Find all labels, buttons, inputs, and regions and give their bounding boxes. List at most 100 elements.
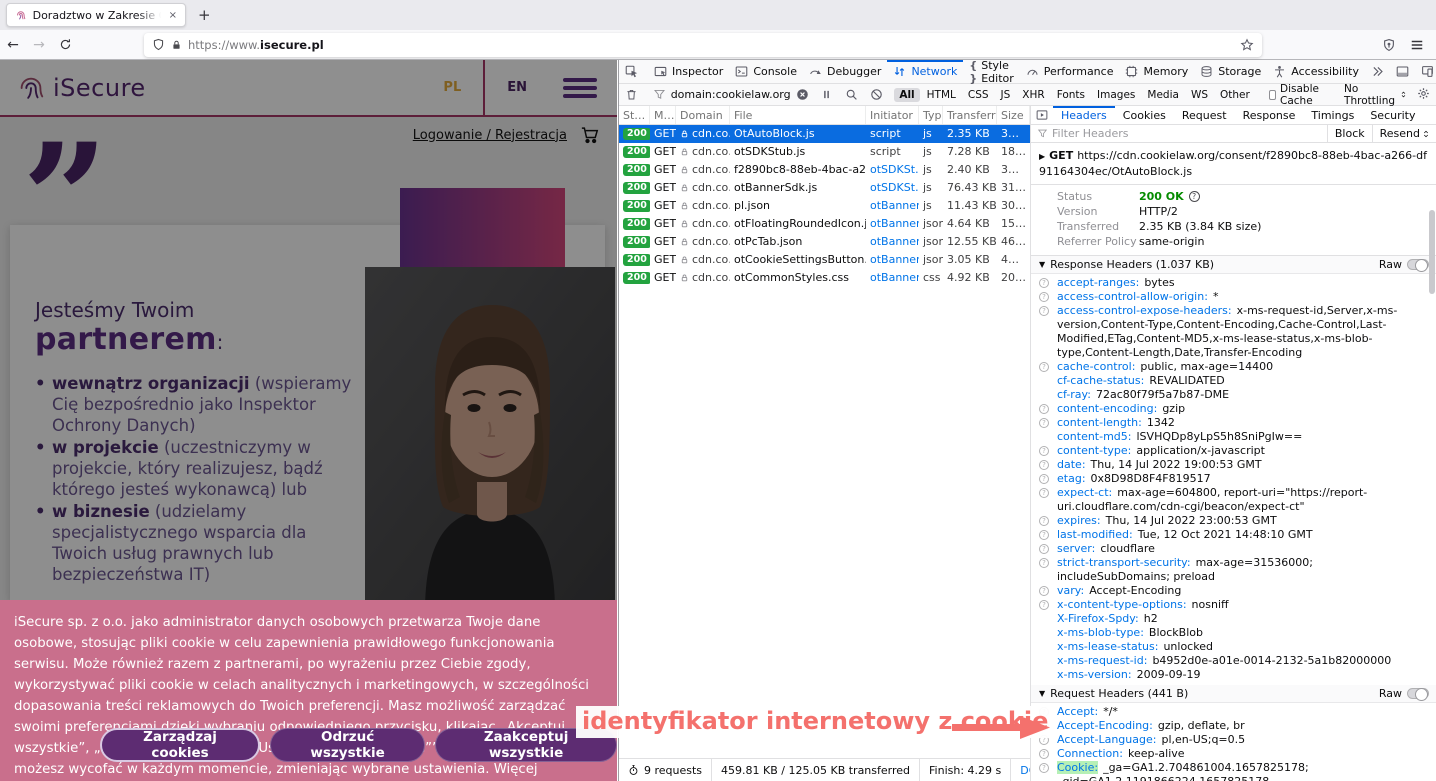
filter-headers-input[interactable]: Filter Headers: [1052, 127, 1327, 140]
clear-requests-trash-icon[interactable]: [619, 88, 644, 101]
header-help-icon[interactable]: ?: [1039, 586, 1049, 596]
network-settings-gear-icon[interactable]: [1417, 87, 1436, 103]
request-url-line[interactable]: ▶GEThttps://cdn.cookielaw.org/consent/f2…: [1031, 143, 1436, 185]
header-line[interactable]: ?access-control-expose-headersx-ms-reque…: [1031, 304, 1436, 360]
bookmark-star-icon[interactable]: [1240, 38, 1254, 52]
tracking-shield-icon[interactable]: [152, 38, 165, 51]
header-line[interactable]: ?content-md5lSVHQDp8yLpS5h8SniPgIw==: [1031, 430, 1436, 444]
more-tools-chevron-icon[interactable]: [1365, 60, 1390, 83]
column-header[interactable]: Initiator: [866, 106, 919, 124]
tab-console[interactable]: Console: [729, 60, 803, 83]
header-line[interactable]: ?expect-ctmax-age=604800, report-uri="ht…: [1031, 486, 1436, 514]
filter-pill[interactable]: XHR: [1017, 88, 1049, 102]
header-help-icon[interactable]: ?: [1039, 749, 1049, 759]
details-tab[interactable]: Response: [1235, 106, 1304, 124]
block-request-icon[interactable]: [864, 88, 889, 101]
request-row[interactable]: 200 GET cdn.co… OtAutoBlock.js script js…: [619, 125, 1030, 143]
header-line[interactable]: ?x-ms-version2009-09-19: [1031, 668, 1436, 682]
header-line[interactable]: ?Cookie_ga=GA1.2.704861004.1657825178; _…: [1031, 761, 1436, 781]
details-tab[interactable]: Timings: [1303, 106, 1362, 124]
tab-storage[interactable]: Storage: [1194, 60, 1267, 83]
header-help-icon[interactable]: ?: [1039, 404, 1049, 414]
filter-pill[interactable]: WS: [1186, 88, 1213, 102]
details-tab[interactable]: Security: [1362, 106, 1423, 124]
column-header[interactable]: St…: [619, 106, 650, 124]
forward-button[interactable]: →: [26, 37, 52, 53]
filter-pill[interactable]: JS: [996, 88, 1016, 102]
header-line[interactable]: ?last-modifiedTue, 12 Oct 2021 14:48:10 …: [1031, 528, 1436, 542]
header-help-icon[interactable]: ?: [1039, 418, 1049, 428]
cookie-banner-button[interactable]: Zarządzaj cookies: [100, 728, 260, 762]
header-help-icon[interactable]: ?: [1039, 544, 1049, 554]
tab-network[interactable]: Network: [887, 60, 963, 83]
header-help-icon[interactable]: ?: [1039, 763, 1049, 773]
request-row[interactable]: 200 GET cdn.co… otCommonStyles.css otBan…: [619, 269, 1030, 287]
throttling-dropdown[interactable]: No Throttling: [1336, 83, 1415, 107]
request-row[interactable]: 200 GET cdn.co… otBannerSdk.js otSDKSt… …: [619, 179, 1030, 197]
tab-debugger[interactable]: Debugger: [803, 60, 887, 83]
header-line[interactable]: ?cf-cache-statusREVALIDATED: [1031, 374, 1436, 388]
details-tab[interactable]: Request: [1174, 106, 1235, 124]
filter-pill[interactable]: Fonts: [1052, 88, 1090, 102]
header-help-icon[interactable]: ?: [1039, 306, 1049, 316]
filter-pill[interactable]: HTML: [922, 88, 961, 102]
header-line[interactable]: ?content-typeapplication/x-javascript: [1031, 444, 1436, 458]
filter-pill[interactable]: CSS: [963, 88, 994, 102]
header-line[interactable]: ?cf-ray72ac80f79f5a7b87-DME: [1031, 388, 1436, 402]
login-register-link[interactable]: Logowanie / Rejestracja: [413, 128, 567, 143]
header-line[interactable]: ?varyAccept-Encoding: [1031, 584, 1436, 598]
header-help-icon[interactable]: ?: [1039, 362, 1049, 372]
header-help-icon[interactable]: ?: [1039, 278, 1049, 288]
header-help-icon[interactable]: ?: [1039, 446, 1049, 456]
lang-en-button[interactable]: EN: [485, 80, 549, 95]
column-header[interactable]: Transferred: [943, 106, 997, 124]
disable-cache-checkbox[interactable]: [1269, 90, 1276, 100]
clear-filter-icon[interactable]: [796, 88, 809, 101]
request-row[interactable]: 200 GET cdn.co… otSDKStub.js script js 7…: [619, 143, 1030, 161]
header-line[interactable]: ?dateThu, 14 Jul 2022 19:00:53 GMT: [1031, 458, 1436, 472]
cart-icon[interactable]: [579, 125, 601, 145]
search-icon[interactable]: [839, 88, 864, 101]
header-line[interactable]: ?content-encodinggzip: [1031, 402, 1436, 416]
block-button[interactable]: Block: [1327, 125, 1372, 142]
pick-element-button[interactable]: [619, 60, 644, 83]
raw-toggle[interactable]: [1407, 259, 1429, 270]
header-help-icon[interactable]: ?: [1039, 516, 1049, 526]
header-line[interactable]: ?x-ms-lease-statusunlocked: [1031, 640, 1436, 654]
status-help-icon[interactable]: ?: [1189, 191, 1200, 202]
reload-button[interactable]: [52, 38, 78, 51]
header-line[interactable]: ?etag0x8D98D8F4F819517: [1031, 472, 1436, 486]
request-row[interactable]: 200 GET cdn.co… f2890bc8-88eb-4bac-a266-…: [619, 161, 1030, 179]
request-row[interactable]: 200 GET cdn.co… otCookieSettingsButton.j…: [619, 251, 1030, 269]
header-line[interactable]: ?strict-transport-securitymax-age=315360…: [1031, 556, 1436, 584]
tab-memory[interactable]: Memory: [1119, 60, 1194, 83]
split-console-icon[interactable]: [1390, 65, 1415, 78]
header-help-icon[interactable]: ?: [1039, 292, 1049, 302]
domcontentloaded-time[interactable]: DOMContentLoaded:: [1011, 759, 1031, 781]
header-line[interactable]: ?Accept*/*: [1031, 705, 1436, 719]
header-help-icon[interactable]: ?: [1039, 530, 1049, 540]
resend-button[interactable]: Resend: [1372, 125, 1436, 142]
column-header[interactable]: File: [730, 106, 866, 124]
header-line[interactable]: ?Accept-Languagepl,en-US;q=0.5: [1031, 733, 1436, 747]
request-row[interactable]: 200 GET cdn.co… pl.json otBanner… js 11.…: [619, 197, 1030, 215]
site-menu-hamburger-icon[interactable]: [563, 74, 597, 102]
details-tab[interactable]: Cookies: [1115, 106, 1174, 124]
filter-pill[interactable]: Media: [1142, 88, 1184, 102]
filter-pill[interactable]: All: [894, 88, 919, 102]
back-button[interactable]: ←: [0, 37, 26, 53]
site-logo[interactable]: iSecure: [16, 73, 146, 103]
raw-toggle[interactable]: [1407, 688, 1429, 699]
lock-icon[interactable]: [171, 39, 182, 51]
header-line[interactable]: ?x-ms-blob-typeBlockBlob: [1031, 626, 1436, 640]
filter-pill[interactable]: Images: [1092, 88, 1140, 102]
lang-pl-button[interactable]: PL: [421, 80, 483, 95]
column-header[interactable]: Size: [997, 106, 1030, 124]
header-line[interactable]: ?Connectionkeep-alive: [1031, 747, 1436, 761]
header-help-icon[interactable]: ?: [1039, 600, 1049, 610]
request-row[interactable]: 200 GET cdn.co… otPcTab.json otBanner… j…: [619, 233, 1030, 251]
new-tab-button[interactable]: +: [198, 6, 211, 24]
url-filter-input[interactable]: domain:cookielaw.org: [649, 88, 809, 101]
extension-shield-icon[interactable]: [1382, 38, 1396, 52]
header-line[interactable]: ?X-Firefox-Spdyh2: [1031, 612, 1436, 626]
